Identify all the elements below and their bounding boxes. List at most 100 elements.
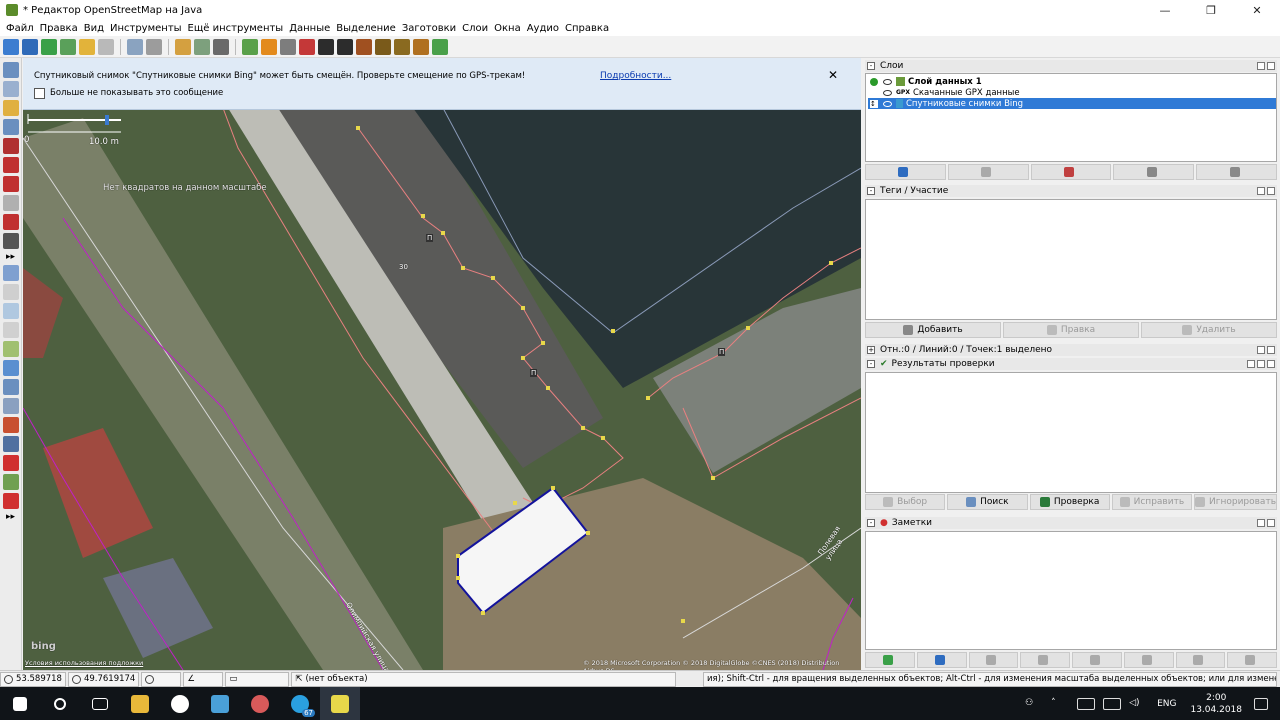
properties-toggle-icon[interactable] bbox=[2, 284, 19, 300]
maximize-button[interactable]: ❐ bbox=[1188, 0, 1234, 20]
combine-way-icon[interactable] bbox=[194, 38, 210, 55]
panel-close-icon[interactable] bbox=[1267, 519, 1275, 527]
download-icon[interactable] bbox=[41, 38, 57, 55]
reverse-way-icon[interactable] bbox=[213, 38, 229, 55]
osm-node[interactable] bbox=[541, 341, 545, 345]
preferences-icon[interactable] bbox=[127, 38, 143, 55]
draw-tool-icon[interactable] bbox=[2, 100, 19, 116]
notes-collapse-toggle[interactable]: - bbox=[867, 519, 875, 527]
parallel-tool-icon[interactable] bbox=[2, 157, 19, 173]
delete-tag-button[interactable]: Удалить bbox=[1141, 322, 1277, 338]
preset-food-icon[interactable] bbox=[375, 38, 391, 55]
notification-center-icon[interactable] bbox=[1254, 697, 1268, 710]
osm-node[interactable] bbox=[711, 476, 715, 480]
panel-detach-icon[interactable] bbox=[1257, 62, 1265, 70]
entrance-label[interactable]: П bbox=[718, 348, 726, 356]
menu-help[interactable]: Справка bbox=[562, 23, 612, 34]
upload-icon[interactable] bbox=[60, 38, 76, 55]
layer-row-bing[interactable]: ↕ Спутниковые снимки Bing bbox=[868, 98, 1276, 109]
menu-more-tools[interactable]: Ещё инструменты bbox=[185, 23, 287, 34]
changeset-toggle-icon[interactable] bbox=[2, 417, 19, 433]
redo-icon[interactable] bbox=[98, 38, 114, 55]
conflict-toggle-icon[interactable] bbox=[2, 379, 19, 395]
menu-selection[interactable]: Выделение bbox=[333, 23, 399, 34]
entrance-label[interactable]: П bbox=[530, 369, 538, 377]
notes-panel-header[interactable]: - ● Заметки bbox=[865, 517, 1277, 529]
panel-settings-icon[interactable] bbox=[1247, 360, 1255, 368]
validator-icon[interactable] bbox=[146, 38, 162, 55]
notice-close-icon[interactable]: ✕ bbox=[828, 68, 838, 82]
osm-node[interactable] bbox=[521, 306, 525, 310]
yandex-taskbar-button[interactable] bbox=[160, 687, 200, 720]
save-icon[interactable] bbox=[22, 38, 38, 55]
entrance-label[interactable]: П bbox=[426, 234, 434, 242]
osm-node[interactable] bbox=[421, 214, 425, 218]
validation-search-button[interactable]: Поиск bbox=[947, 494, 1028, 510]
layers-collapse-toggle[interactable]: - bbox=[867, 62, 875, 70]
sort-notes-button[interactable] bbox=[1123, 652, 1174, 668]
dont-show-again-checkbox[interactable] bbox=[34, 88, 45, 99]
osm-node[interactable] bbox=[546, 386, 550, 390]
osm-node[interactable] bbox=[581, 426, 585, 430]
selection-panel-header[interactable]: + Отн.:0 / Линий:0 / Точек:1 выделено bbox=[865, 344, 1277, 356]
menu-audio[interactable]: Аудио bbox=[524, 23, 562, 34]
people-icon[interactable]: ⚇ bbox=[1025, 698, 1043, 710]
panel-close-icon[interactable] bbox=[1267, 346, 1275, 354]
battery-icon[interactable] bbox=[1077, 697, 1096, 710]
new-note-button[interactable] bbox=[916, 652, 967, 668]
move-layer-up-button[interactable] bbox=[865, 164, 946, 180]
language-indicator[interactable]: ENG bbox=[1157, 699, 1176, 709]
move-layer-down-button[interactable] bbox=[947, 164, 1029, 180]
close-note-button[interactable] bbox=[1020, 652, 1070, 668]
building-tool-icon[interactable] bbox=[2, 233, 19, 249]
zoom-tool-icon[interactable] bbox=[2, 119, 19, 135]
notes-toggle-icon[interactable] bbox=[2, 455, 19, 471]
osm-node[interactable] bbox=[441, 231, 445, 235]
josm-taskbar-button[interactable] bbox=[320, 687, 360, 720]
validation-select-button[interactable]: Выбор bbox=[865, 494, 946, 510]
preset-shop-icon[interactable] bbox=[356, 38, 372, 55]
add-tag-button[interactable]: Добавить bbox=[865, 322, 1001, 338]
osm-node[interactable] bbox=[601, 436, 605, 440]
validation-panel-header[interactable]: - ✔ Результаты проверки bbox=[865, 358, 1277, 370]
paint-taskbar-button[interactable] bbox=[240, 687, 280, 720]
merge-layer-button[interactable] bbox=[1030, 164, 1112, 180]
imagery-toggle-icon[interactable] bbox=[2, 474, 19, 490]
osm-node[interactable] bbox=[611, 329, 615, 333]
select-tool-icon[interactable] bbox=[2, 62, 19, 78]
panel-close-icon[interactable] bbox=[1267, 62, 1275, 70]
preset-landuse-icon[interactable] bbox=[432, 38, 448, 55]
menu-file[interactable]: Файл bbox=[3, 23, 37, 34]
search-button[interactable] bbox=[40, 687, 80, 720]
comment-note-button[interactable] bbox=[968, 652, 1019, 668]
osm-node[interactable] bbox=[746, 326, 750, 330]
preset-car-icon[interactable] bbox=[318, 38, 334, 55]
osm-node[interactable] bbox=[513, 501, 517, 505]
network-icon[interactable] bbox=[1103, 697, 1122, 710]
layer-row-gpx[interactable]: GPX Скачанные GPX данные bbox=[868, 87, 1276, 98]
panel-detach-icon[interactable] bbox=[1257, 519, 1265, 527]
visibility-eye-icon[interactable] bbox=[883, 89, 892, 96]
relations-toggle-icon[interactable] bbox=[2, 322, 19, 338]
osm-node[interactable] bbox=[461, 266, 465, 270]
delete-tool-icon[interactable] bbox=[2, 138, 19, 154]
visibility-eye-icon[interactable] bbox=[883, 100, 892, 107]
osm-node[interactable] bbox=[829, 261, 833, 265]
tags-panel-header[interactable]: - Теги / Участие bbox=[865, 185, 1277, 197]
preset-entrance-icon[interactable] bbox=[280, 38, 296, 55]
tray-chevron-icon[interactable]: ˄ bbox=[1051, 698, 1069, 710]
layer-row-data[interactable]: Слой данных 1 bbox=[868, 76, 1276, 87]
users-toggle-icon[interactable] bbox=[2, 360, 19, 376]
minimap-toggle-icon[interactable] bbox=[2, 493, 19, 509]
osm-node[interactable] bbox=[491, 276, 495, 280]
improve-way-icon[interactable] bbox=[2, 176, 19, 192]
osm-node[interactable] bbox=[646, 396, 650, 400]
layer-settings-button[interactable] bbox=[1113, 164, 1195, 180]
close-button[interactable]: ✕ bbox=[1234, 0, 1280, 20]
osm-node[interactable] bbox=[481, 611, 485, 615]
edit-tag-button[interactable]: Правка bbox=[1003, 322, 1139, 338]
layers-panel-header[interactable]: - Слои bbox=[865, 60, 1277, 72]
app-taskbar-button[interactable] bbox=[200, 687, 240, 720]
task-view-button[interactable] bbox=[80, 687, 120, 720]
selection-collapse-toggle[interactable]: + bbox=[867, 346, 875, 354]
